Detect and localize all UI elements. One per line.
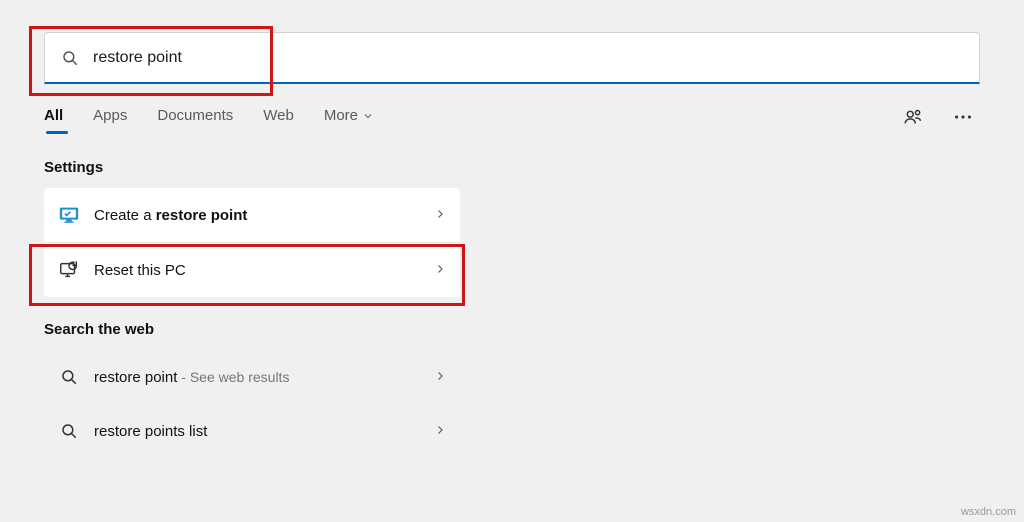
result-text-main: restore point: [94, 369, 177, 386]
result-reset-this-pc[interactable]: Reset this PC: [44, 243, 460, 297]
chevron-right-icon: [434, 369, 446, 386]
result-create-restore-point[interactable]: Create a restore point: [44, 188, 460, 242]
group-title-web: Search the web: [44, 321, 980, 338]
result-text-bold: restore point: [156, 207, 248, 224]
result-web-restore-points-list[interactable]: restore points list: [44, 404, 460, 458]
filter-tabs: All Apps Documents Web More: [44, 107, 902, 132]
tab-more[interactable]: More: [324, 107, 374, 132]
result-label: Reset this PC: [94, 262, 420, 279]
result-text-prefix: Create a: [94, 207, 156, 224]
tab-underline: [46, 131, 68, 134]
search-box[interactable]: [44, 32, 980, 84]
more-options-icon[interactable]: [952, 106, 974, 133]
group-title-settings: Settings: [44, 159, 980, 176]
chevron-right-icon: [434, 423, 446, 440]
chevron-right-icon: [434, 262, 446, 279]
search-icon: [58, 422, 80, 440]
watermark: wsxdn.com: [961, 506, 1016, 518]
search-icon: [61, 49, 79, 67]
tab-web[interactable]: Web: [263, 107, 294, 132]
result-label: Create a restore point: [94, 207, 420, 224]
result-label: restore points list: [94, 423, 420, 440]
search-icon: [58, 368, 80, 386]
tab-all[interactable]: All: [44, 107, 63, 132]
tab-apps[interactable]: Apps: [93, 107, 127, 132]
tab-documents[interactable]: Documents: [157, 107, 233, 132]
reset-pc-icon: [58, 259, 80, 281]
people-icon[interactable]: [902, 106, 924, 133]
system-properties-icon: [58, 204, 80, 226]
search-input[interactable]: [93, 49, 963, 67]
filter-row: All Apps Documents Web More: [0, 84, 1024, 133]
result-web-restore-point[interactable]: restore point - See web results: [44, 350, 460, 404]
result-label: restore point - See web results: [94, 369, 420, 386]
chevron-right-icon: [434, 207, 446, 224]
tab-more-label: More: [324, 107, 358, 124]
chevron-down-icon: [362, 110, 374, 122]
result-text-sub: - See web results: [177, 369, 289, 385]
